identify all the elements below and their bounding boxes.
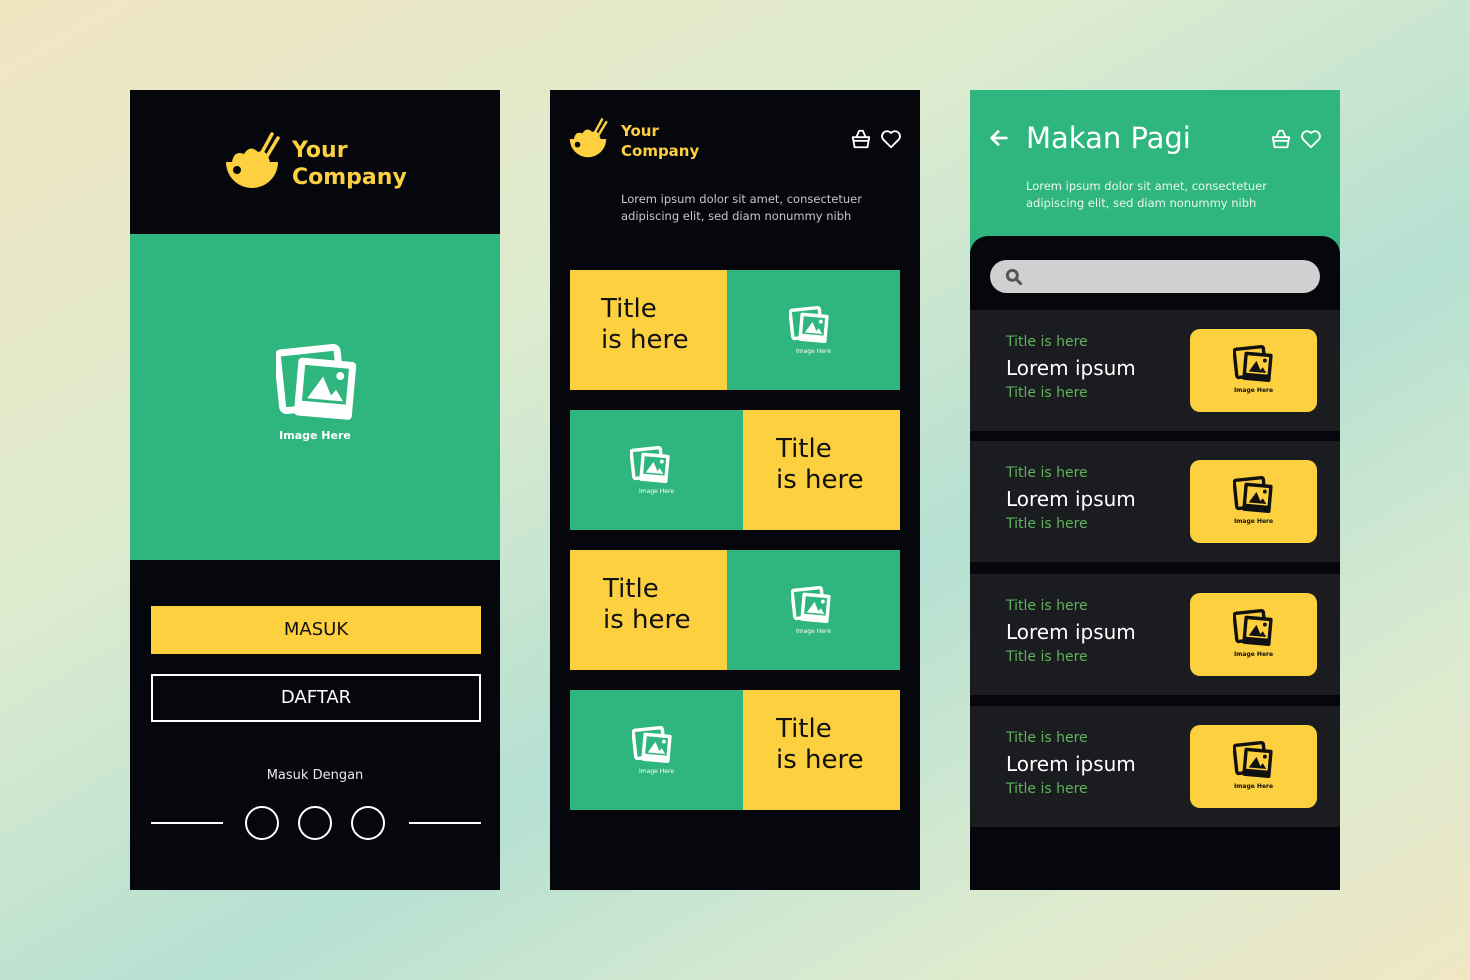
- card-image-caption: Image Here: [639, 488, 674, 495]
- card-title-panel: Title is here: [570, 270, 727, 390]
- company-name: Your Company: [292, 137, 407, 191]
- page-title: Makan Pagi: [1026, 121, 1191, 155]
- image-placeholder-icon: [1233, 476, 1273, 513]
- login-button[interactable]: MASUK: [151, 606, 481, 654]
- image-placeholder-icon: [791, 586, 831, 623]
- card-title-panel: Title is here: [743, 410, 900, 530]
- list-item-subtitle-bottom: Title is here: [1006, 649, 1088, 665]
- list-item-name: Lorem ipsum: [1006, 487, 1136, 511]
- image-placeholder-icon: [1233, 741, 1273, 778]
- company-name-line1: Your: [621, 122, 659, 140]
- card-image-caption: Image Here: [796, 628, 831, 635]
- list-item-subtitle-bottom: Title is here: [1006, 516, 1088, 532]
- list-item-image: Image Here: [1190, 593, 1317, 676]
- image-placeholder-icon: [1233, 609, 1273, 646]
- hero-image: Image Here: [130, 234, 500, 560]
- image-placeholder-icon: [1233, 345, 1273, 382]
- list-item-subtitle-top: Title is here: [1006, 730, 1088, 746]
- card-image: Image Here: [727, 550, 900, 670]
- divider-right: [409, 822, 481, 824]
- category-card[interactable]: Title is here Image Here: [570, 270, 900, 390]
- card-title-panel: Title is here: [743, 690, 900, 810]
- list-item-image-caption: Image Here: [1233, 518, 1274, 525]
- divider-left: [151, 822, 223, 824]
- card-title: Title is here: [603, 574, 691, 635]
- card-image-caption: Image Here: [639, 768, 674, 775]
- category-description: Lorem ipsum dolor sit amet, consectetuer…: [1026, 179, 1267, 210]
- list-item[interactable]: Title is here Lorem ipsum Title is here …: [970, 574, 1340, 695]
- list-item-name: Lorem ipsum: [1006, 620, 1136, 644]
- list-item[interactable]: Title is here Lorem ipsum Title is here …: [970, 706, 1340, 827]
- login-header: Your Company: [130, 90, 500, 234]
- company-name-line2: Company: [292, 165, 407, 190]
- home-screen: Your Company Lorem ipsum dolor sit amet,…: [550, 90, 920, 890]
- social-login-button-3[interactable]: [351, 806, 385, 840]
- list-item-image-caption: Image Here: [1233, 387, 1274, 394]
- noodle-bowl-icon: [226, 132, 280, 188]
- category-list-screen: Makan Pagi Lorem ipsum dolor sit amet, c…: [970, 90, 1340, 890]
- image-placeholder-icon: [276, 344, 357, 420]
- search-icon: [1005, 268, 1023, 286]
- card-title: Title is here: [776, 714, 864, 775]
- noodle-bowl-icon: [569, 118, 608, 158]
- list-item-subtitle-bottom: Title is here: [1006, 385, 1088, 401]
- social-login-button-1[interactable]: [245, 806, 279, 840]
- list-item-image-caption: Image Here: [1233, 783, 1274, 790]
- basket-icon[interactable]: [850, 128, 872, 150]
- card-title: Title is here: [776, 434, 864, 495]
- list-item-image: Image Here: [1190, 329, 1317, 412]
- image-placeholder-icon: [632, 726, 672, 763]
- card-title-panel: Title is here: [570, 550, 727, 670]
- back-arrow-icon[interactable]: [988, 127, 1010, 149]
- social-login-button-2[interactable]: [298, 806, 332, 840]
- hero-image-caption: Image Here: [279, 429, 351, 442]
- heart-icon[interactable]: [880, 128, 902, 150]
- list-item-subtitle-bottom: Title is here: [1006, 781, 1088, 797]
- company-name-line2: Company: [621, 142, 700, 160]
- list-item-image: Image Here: [1190, 460, 1317, 543]
- list-item-name: Lorem ipsum: [1006, 356, 1136, 380]
- list-item-subtitle-top: Title is here: [1006, 465, 1088, 481]
- list-item[interactable]: Title is here Lorem ipsum Title is here …: [970, 441, 1340, 562]
- register-button[interactable]: DAFTAR: [151, 674, 481, 722]
- category-card[interactable]: Image Here Title is here: [570, 410, 900, 530]
- login-screen: Your Company Image Here MASUK DAFTAR Mas…: [130, 90, 500, 890]
- list-item[interactable]: Title is here Lorem ipsum Title is here …: [970, 310, 1340, 431]
- company-name: Your Company: [621, 121, 699, 161]
- heart-icon[interactable]: [1300, 128, 1322, 150]
- list-item-name: Lorem ipsum: [1006, 752, 1136, 776]
- category-card[interactable]: Title is here Image Here: [570, 550, 900, 670]
- list-item-image: Image Here: [1190, 725, 1317, 808]
- search-input[interactable]: [990, 260, 1320, 293]
- list-item-subtitle-top: Title is here: [1006, 334, 1088, 350]
- category-header: Makan Pagi Lorem ipsum dolor sit amet, c…: [970, 90, 1340, 260]
- home-description: Lorem ipsum dolor sit amet, consectetuer…: [621, 192, 862, 223]
- card-image-caption: Image Here: [796, 348, 831, 355]
- category-card[interactable]: Image Here Title is here: [570, 690, 900, 810]
- image-placeholder-icon: [789, 306, 829, 343]
- login-with-label: Masuk Dengan: [266, 768, 364, 783]
- card-image: Image Here: [727, 270, 900, 390]
- card-title: Title is here: [601, 294, 689, 355]
- basket-icon[interactable]: [1270, 128, 1292, 150]
- card-image: Image Here: [570, 690, 743, 810]
- card-image: Image Here: [570, 410, 743, 530]
- company-name-line1: Your: [292, 138, 348, 163]
- list-item-subtitle-top: Title is here: [1006, 598, 1088, 614]
- image-placeholder-icon: [630, 446, 670, 483]
- list-item-image-caption: Image Here: [1233, 651, 1274, 658]
